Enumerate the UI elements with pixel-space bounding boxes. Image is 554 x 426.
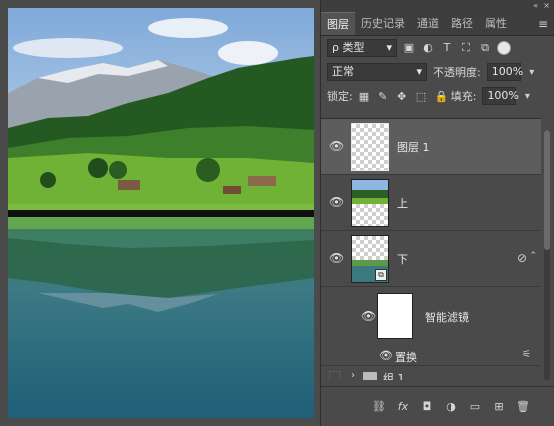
visibility-toggle-empty[interactable] [329,371,341,380]
fx-icon[interactable]: fx [395,400,411,413]
eye-icon[interactable]: 👁 [361,309,376,323]
opacity-input[interactable]: 100% [486,63,523,81]
folder-icon [363,372,377,380]
smart-filter-indicator-icon: ⊘ [516,251,527,265]
adjustment-filter-icon[interactable]: ◐ [422,42,434,54]
filter-toggle[interactable] [497,41,511,55]
lock-icons: ▦ ✎ ✥ ⬚ 🔒 [359,90,449,103]
layer-filter-dropdown[interactable]: ρ 类型 ▾ [327,39,397,57]
lock-pixels-icon[interactable]: ✎ [378,90,388,103]
new-group-icon[interactable]: ▭ [467,400,483,413]
eye-icon[interactable]: 👁 [329,251,344,265]
scrollbar-thumb[interactable] [544,130,550,250]
filter-effect-name: 置换 [395,351,417,364]
smart-filters-label: 智能滤镜 [425,311,469,324]
lock-row: 锁定: ▦ ✎ ✥ ⬚ 🔒 填充: 100% ▾ [321,84,554,108]
layer-name[interactable]: 上 [397,195,408,211]
close-panel-icon[interactable]: × [543,0,550,12]
tab-channels[interactable]: 通道 [411,12,445,35]
panel-top-strip: « × [321,0,554,12]
tab-properties[interactable]: 属性 [479,12,513,35]
filter-effect-row[interactable]: 👁 置换 ⚟ [321,347,541,365]
chevron-down-icon: ▾ [416,65,422,78]
smart-object-icon: ⧉ [375,269,387,281]
filter-settings-icon[interactable]: ⚟ [522,349,531,360]
eye-icon[interactable]: 👁 [329,139,344,153]
collapse-panel-icon[interactable]: « [533,0,538,12]
type-filter-icon[interactable]: T [441,42,453,54]
landscape-photo [8,8,314,418]
document-canvas[interactable] [0,0,318,426]
layers-panel: « × 图层 历史记录 通道 路径 属性 ≡ ρ 类型 ▾ ▣ ◐ T ⛶ ⧉ … [320,0,554,426]
filter-icons: ▣ ◐ T ⛶ ⧉ [403,42,491,54]
tab-paths[interactable]: 路径 [445,12,479,35]
opacity-label: 不透明度: [433,66,481,79]
layer-row-2[interactable]: 👁 上 [321,175,541,231]
fill-label: 填充: [450,90,477,103]
layer-name[interactable]: 下 [397,251,408,267]
panel-tabs: 图层 历史记录 通道 路径 属性 ≡ [321,12,554,36]
filter-mask-thumbnail[interactable] [377,293,413,339]
fill-arrow-icon[interactable]: ▾ [522,91,532,102]
layer-thumbnail [351,123,389,171]
add-mask-icon[interactable]: ◘ [419,400,435,413]
group-name[interactable]: 组 1 [383,370,405,380]
lock-all-icon[interactable]: 🔒 [435,90,449,103]
blend-mode-value: 正常 [332,65,354,78]
tab-layers[interactable]: 图层 [321,12,355,35]
smart-filters-row[interactable]: 👁 智能滤镜 [321,287,541,347]
lock-label: 锁定: [327,90,353,103]
lock-position-icon[interactable]: ✥ [397,90,407,103]
layer-row-3[interactable]: 👁 ⧉ 下 ⊘ ⌃ [321,231,541,287]
lock-artboard-icon[interactable]: ⬚ [416,90,426,103]
layer-row-1[interactable]: 👁 图层 1 [321,119,541,175]
chevron-down-icon: ▾ [386,41,392,54]
layer-thumbnail [351,179,389,227]
new-layer-icon[interactable]: ⊞ [491,400,507,413]
layer-filter-value: ρ 类型 [332,41,365,54]
layers-list: 👁 图层 1 👁 上 👁 ⧉ 下 ⊘ ⌃ 👁 智能滤镜 👁 置换 ⚟ › 组 1 [321,118,541,380]
chevron-up-icon[interactable]: ⌃ [529,251,537,261]
trash-icon[interactable]: 🗑 [515,400,531,413]
hamburger-menu-icon[interactable]: ≡ [538,12,548,36]
eye-icon[interactable]: 👁 [329,195,344,209]
group-row[interactable]: › 组 1 [321,365,541,380]
layers-bottom-toolbar: ⛓ fx ◘ ◑ ▭ ⊞ 🗑 [321,386,554,426]
opacity-arrow-icon[interactable]: ▾ [527,67,537,78]
smartobject-filter-icon[interactable]: ⧉ [479,42,491,54]
chevron-right-icon[interactable]: › [351,370,355,380]
shape-filter-icon[interactable]: ⛶ [460,42,472,54]
link-layers-icon[interactable]: ⛓ [371,400,387,413]
layer-name[interactable]: 图层 1 [397,139,430,155]
blend-row: 正常 ▾ 不透明度: 100% ▾ [321,60,554,84]
eye-icon[interactable]: 👁 [379,349,393,362]
blend-mode-dropdown[interactable]: 正常 ▾ [327,63,427,81]
filter-row: ρ 类型 ▾ ▣ ◐ T ⛶ ⧉ [321,36,554,60]
image-filter-icon[interactable]: ▣ [403,42,415,54]
layers-scrollbar[interactable] [544,130,550,380]
adjustment-layer-icon[interactable]: ◑ [443,400,459,413]
tab-history[interactable]: 历史记录 [355,12,411,35]
lock-transparency-icon[interactable]: ▦ [359,90,369,103]
fill-input[interactable]: 100% [482,87,519,105]
